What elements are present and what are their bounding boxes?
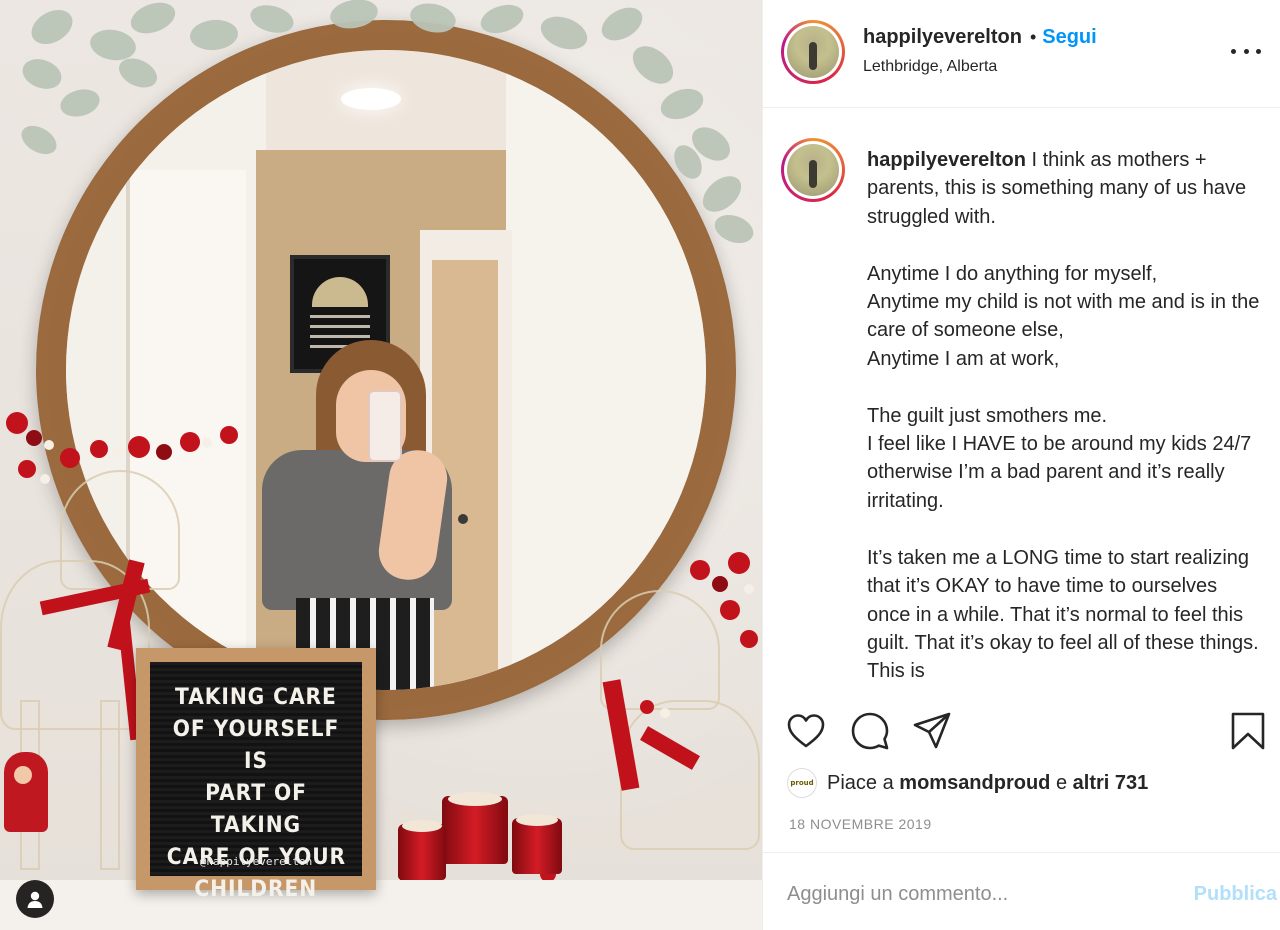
letterboard-handle: @happilyeverelton [199, 855, 313, 868]
liker-avatar[interactable]: proud [787, 768, 817, 798]
liked-by-username[interactable]: momsandproud [899, 772, 1050, 795]
save-button[interactable] [1227, 710, 1269, 752]
caption-text: happilyeverelton I think as mothers + pa… [867, 146, 1265, 686]
phone [368, 390, 402, 462]
post-location[interactable]: Lethbridge, Alberta [863, 58, 997, 76]
comment-button[interactable] [849, 710, 891, 752]
follow-button[interactable]: Segui [1042, 26, 1096, 49]
caption-body: I think as mothers + parents, this is so… [867, 149, 1260, 683]
like-button[interactable] [785, 710, 827, 752]
author-username[interactable]: happilyeverelton [863, 26, 1022, 49]
share-button[interactable] [911, 710, 953, 752]
separator-dot: • [1029, 27, 1037, 47]
letterboard-line: TAKING CARE [175, 685, 337, 710]
letterboard-line: PART OF TAKING [205, 781, 307, 838]
more-options-button[interactable] [1231, 38, 1261, 64]
likes-others-link[interactable]: altri 731 [1073, 772, 1149, 795]
comment-bar: Pubblica [763, 852, 1280, 930]
header-title-row: happilyeverelton • Segui [863, 26, 1097, 49]
user-tags-button[interactable] [16, 880, 54, 918]
heart-icon [787, 714, 825, 748]
paper-plane-icon [913, 712, 951, 749]
caption-area: happilyeverelton I think as mothers + pa… [763, 108, 1280, 700]
likes-conjunction: e [1055, 771, 1068, 794]
ceiling-light [341, 88, 401, 110]
post-photo[interactable]: TAKING CARE OF YOURSELF IS PART OF TAKIN… [0, 0, 762, 930]
letterboard-line: OF YOURSELF IS [172, 717, 340, 774]
post-header: happilyeverelton • Segui Lethbridge, Alb… [763, 0, 1280, 108]
publish-button[interactable]: Pubblica [1194, 883, 1277, 906]
more-icon [1231, 48, 1236, 54]
action-bar [763, 700, 1280, 764]
bookmark-icon [1231, 712, 1265, 750]
console-table [0, 880, 762, 930]
comment-input[interactable] [787, 879, 1147, 909]
likes-summary: proud Piace a momsandproud e altri 731 [787, 766, 1148, 800]
caption-author-avatar[interactable] [781, 138, 845, 202]
mirror-reflection [66, 50, 706, 690]
santa-figurine [4, 752, 48, 832]
likes-prefix: Piace a [827, 771, 894, 794]
letterboard-line: CHILDREN [194, 877, 318, 902]
caption-username[interactable]: happilyeverelton [867, 149, 1026, 171]
post-sidebar: happilyeverelton • Segui Lethbridge, Alb… [762, 0, 1280, 930]
author-avatar[interactable] [781, 20, 845, 84]
post-date[interactable]: 18 NOVEMBRE 2019 [789, 816, 932, 832]
user-icon [27, 891, 43, 908]
comment-icon [851, 712, 889, 750]
letterboard-sign: TAKING CARE OF YOURSELF IS PART OF TAKIN… [136, 648, 376, 902]
